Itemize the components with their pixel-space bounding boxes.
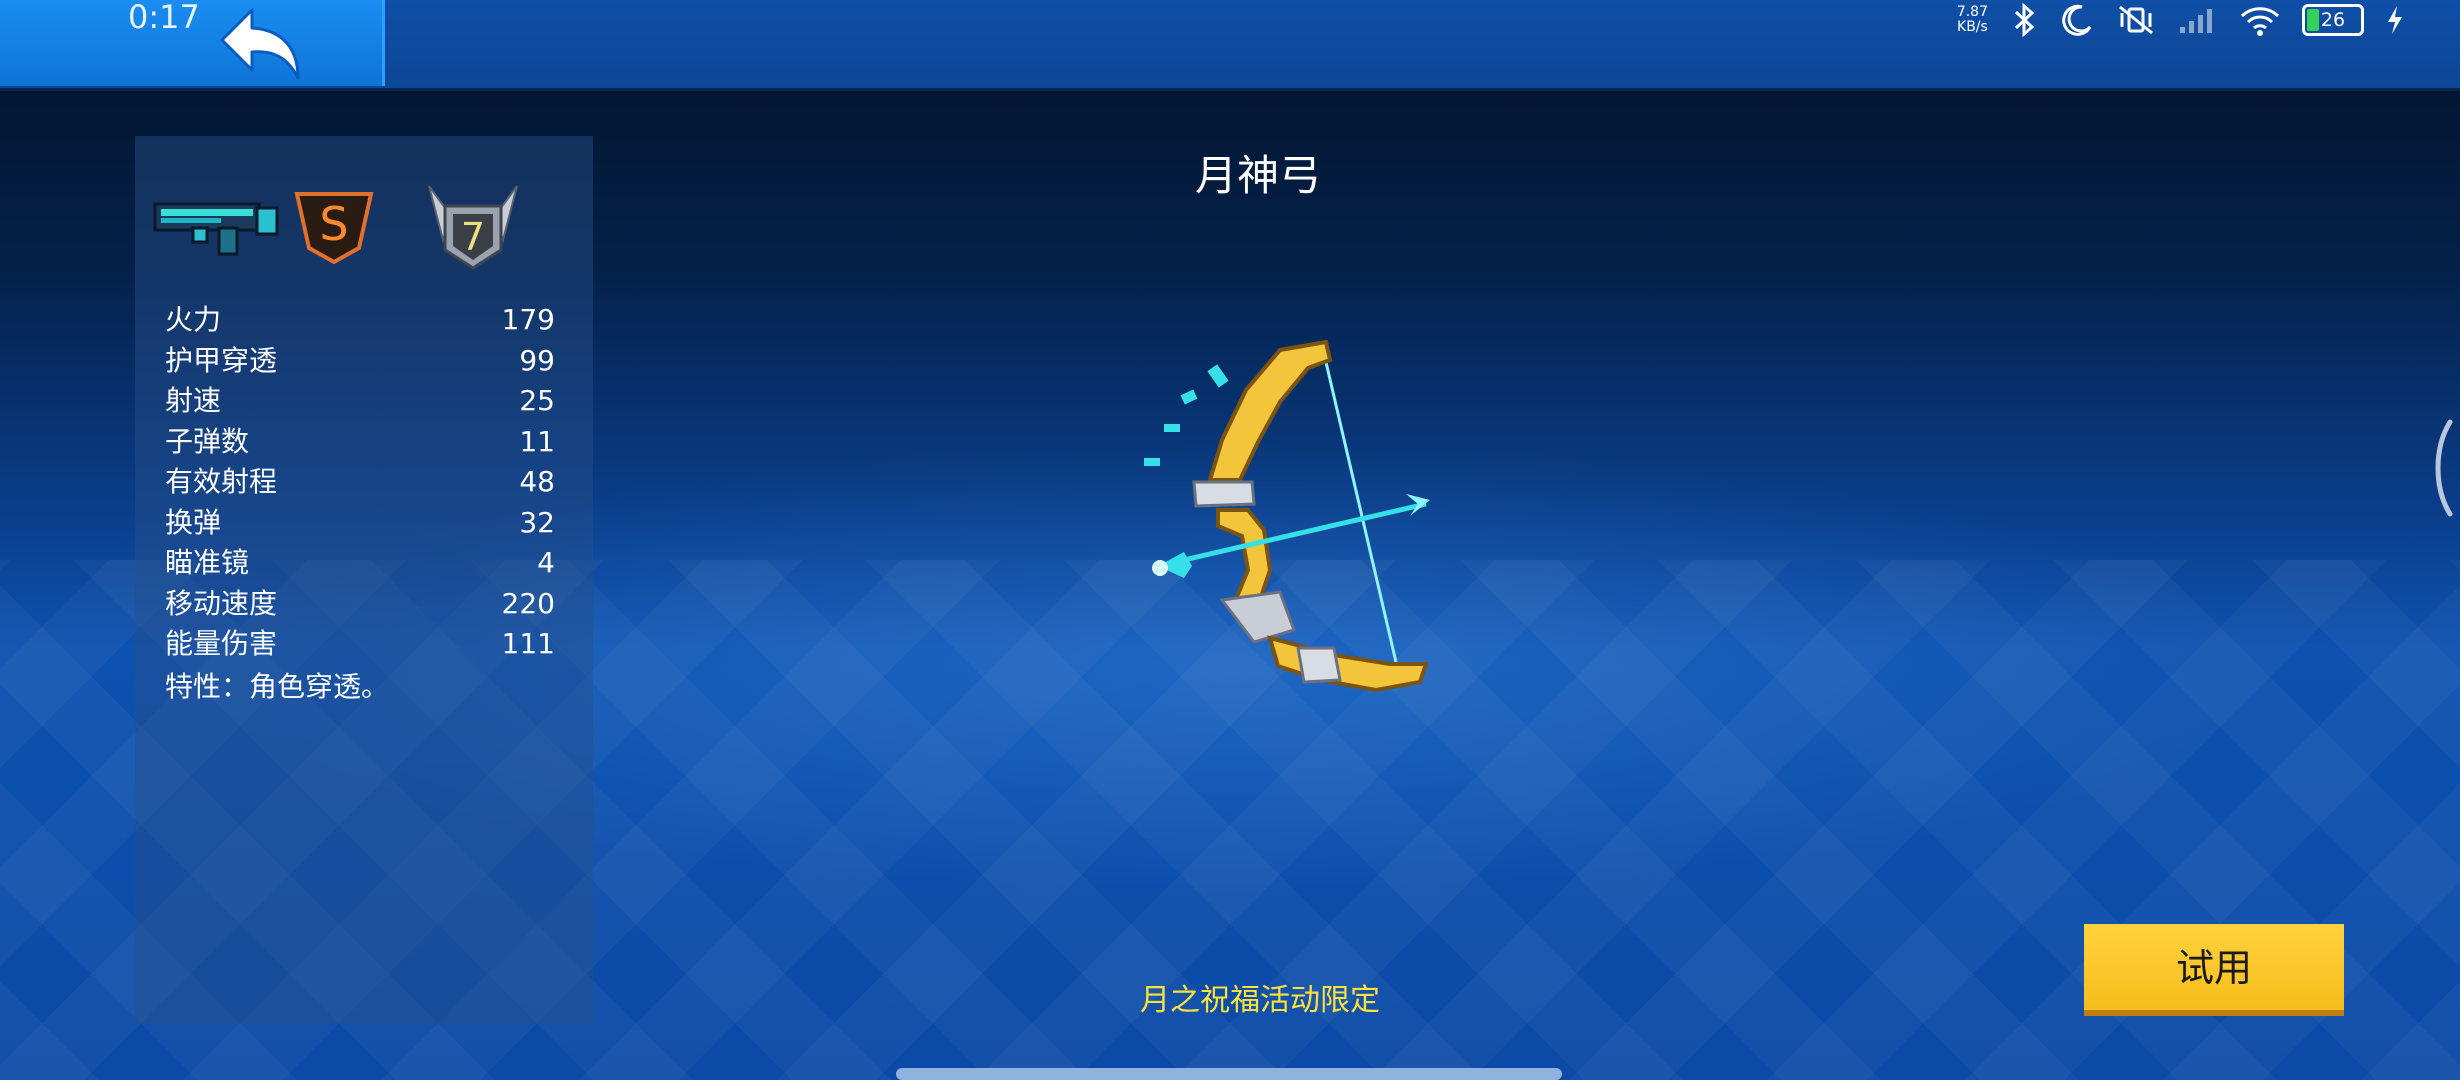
system-status-bar: 7.87 KB/s 26 bbox=[1957, 0, 2404, 40]
stat-list: 火力 179 护甲穿透 99 射速 25 子弹数 11 有效射程 48 换弹 3… bbox=[165, 300, 555, 709]
try-button[interactable]: 试用 bbox=[2084, 924, 2344, 1016]
trait-text: 特性：角色穿透。 bbox=[165, 669, 390, 703]
home-indicator[interactable] bbox=[896, 1068, 1562, 1080]
stat-row-move-speed: 移动速度 220 bbox=[165, 584, 555, 625]
stat-label: 射速 bbox=[165, 384, 222, 417]
weapon-title: 月神弓 bbox=[1194, 151, 1321, 200]
stat-value: 179 bbox=[501, 303, 555, 336]
stat-label: 火力 bbox=[165, 303, 222, 336]
network-speed-value: 7.87 bbox=[1956, 4, 1988, 20]
stat-row-effective-range: 有效射程 48 bbox=[165, 462, 555, 503]
stat-value: 48 bbox=[519, 465, 555, 498]
back-arrow-icon bbox=[220, 8, 300, 80]
winged-level-badge-icon: 7 bbox=[428, 185, 518, 270]
battery-level: 26 bbox=[2320, 9, 2346, 31]
event-limited-label: 月之祝福活动限定 bbox=[1140, 983, 1380, 1018]
stat-row-firepower: 火力 179 bbox=[165, 300, 555, 341]
moon-icon bbox=[2062, 4, 2092, 36]
network-speed-unit: KB/s bbox=[1957, 19, 1988, 35]
stat-value: 25 bbox=[519, 384, 555, 417]
weapon-badges: S 7 bbox=[153, 185, 573, 276]
stat-value: 11 bbox=[519, 424, 555, 458]
stat-row-scope: 瞄准镜 4 bbox=[165, 543, 555, 584]
bluetooth-icon bbox=[2014, 3, 2035, 37]
stat-label: 护甲穿透 bbox=[165, 343, 278, 377]
signal-icon bbox=[2180, 9, 2212, 33]
rank-badge-text: S bbox=[319, 197, 348, 251]
stats-panel: S 7 火力 179 护甲穿透 99 射速 25 子弹数 11 有效射程 48 bbox=[135, 136, 593, 1024]
back-button[interactable]: 0:17 bbox=[0, 0, 385, 86]
charging-icon bbox=[2388, 6, 2402, 34]
stat-label: 有效射程 bbox=[165, 465, 278, 498]
s-rank-badge-icon: S bbox=[294, 192, 374, 265]
clock: 0:17 bbox=[128, 0, 200, 36]
stat-value: 111 bbox=[501, 627, 555, 660]
stat-label: 换弹 bbox=[165, 505, 222, 539]
network-speed: 7.87 KB/s bbox=[1957, 5, 1988, 35]
stat-label: 瞄准镜 bbox=[165, 546, 250, 579]
vibrate-off-icon bbox=[2119, 5, 2153, 35]
stat-row-energy-damage: 能量伤害 111 bbox=[165, 624, 555, 665]
top-bar: 0:17 7.87 KB/s 26 bbox=[0, 0, 2460, 91]
moon-bow-image bbox=[1144, 339, 1430, 693]
stat-label: 能量伤害 bbox=[165, 627, 278, 660]
rifle-icon bbox=[153, 202, 279, 256]
stat-row-fire-rate: 射速 25 bbox=[165, 381, 555, 422]
stat-value: 99 bbox=[519, 343, 555, 377]
wifi-icon bbox=[2240, 7, 2280, 36]
battery-icon: 26 bbox=[2302, 4, 2364, 36]
battery-fill bbox=[2307, 9, 2319, 31]
stat-value: 4 bbox=[537, 546, 555, 579]
level-badge-text: 7 bbox=[461, 215, 485, 259]
stat-row-bullet-count: 子弹数 11 bbox=[165, 422, 555, 463]
stat-label: 移动速度 bbox=[165, 586, 278, 620]
stat-row-reload: 换弹 32 bbox=[165, 503, 555, 544]
stat-label: 子弹数 bbox=[165, 424, 250, 458]
side-panel-handle[interactable] bbox=[2428, 418, 2454, 518]
stat-value: 220 bbox=[501, 586, 555, 620]
stat-row-armor-penetration: 护甲穿透 99 bbox=[165, 341, 555, 382]
stat-value: 32 bbox=[519, 505, 555, 539]
